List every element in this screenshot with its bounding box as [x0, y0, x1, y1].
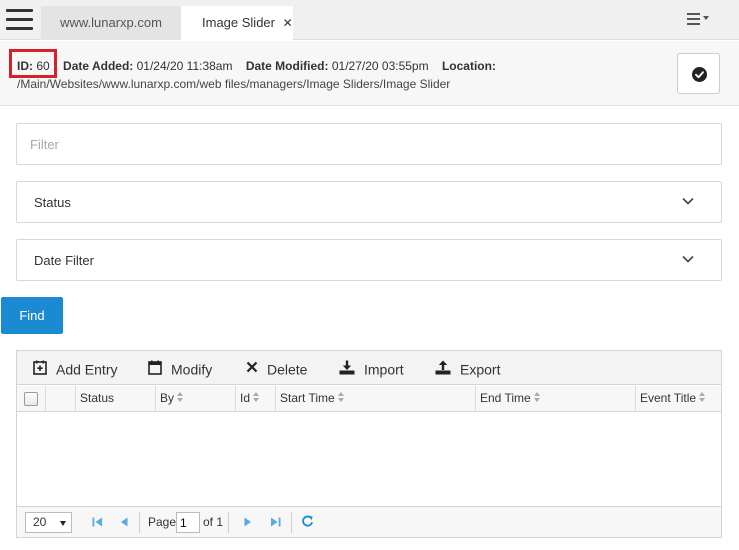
modify-label: Modify [171, 361, 213, 378]
import-button[interactable]: Import [339, 360, 404, 377]
tab-label: Image Slider [202, 15, 275, 30]
column-spacer [46, 386, 76, 411]
tab-lunarxp[interactable]: www.lunarxp.com [41, 6, 181, 40]
filter-field [16, 123, 722, 165]
chevron-down-icon [682, 197, 694, 205]
sort-icon [699, 392, 706, 403]
save-button[interactable] [677, 53, 720, 94]
tab-label: www.lunarxp.com [60, 15, 162, 30]
close-icon[interactable]: ✕ [283, 16, 293, 30]
dropdown-arrow-icon [60, 521, 66, 526]
add-entry-label: Add Entry [56, 361, 118, 378]
refresh-icon[interactable] [301, 515, 314, 528]
page-number-input[interactable] [176, 512, 200, 533]
date-filter-select[interactable]: Date Filter [16, 239, 722, 281]
tab-image-slider[interactable]: Image Slider ✕ [181, 6, 293, 40]
meta-line: ID: 60 Date Added: 01/24/20 11:38am Date… [17, 59, 496, 73]
export-button[interactable]: Export [435, 360, 500, 377]
import-label: Import [364, 361, 404, 378]
calendar-icon [148, 360, 162, 375]
status-select[interactable]: Status [16, 181, 722, 223]
column-label: Status [80, 391, 115, 405]
menu-icon[interactable] [687, 13, 711, 27]
status-label: Status [34, 195, 71, 210]
date-added-label: Date Added: [63, 59, 134, 73]
delete-label: Delete [267, 361, 308, 378]
date-modified-label: Date Modified: [245, 59, 329, 73]
pager: 20 Page of 1 [17, 506, 721, 537]
select-all-cell [17, 386, 46, 411]
column-by[interactable]: By [156, 386, 236, 411]
find-button[interactable]: Find [1, 297, 63, 334]
id-label: ID: [17, 59, 33, 73]
column-status[interactable]: Status [76, 386, 156, 411]
entries-grid: Add Entry Modify Delete Import Export St… [16, 350, 722, 538]
location-label: Location: [441, 59, 496, 73]
column-label: Start Time [280, 391, 335, 405]
hamburger-icon[interactable] [6, 9, 33, 33]
check-circle-icon [692, 67, 707, 82]
table-header: Status By Id Start Time End Time Event T… [17, 386, 721, 412]
column-label: Event Title [640, 391, 697, 405]
add-entry-button[interactable]: Add Entry [33, 360, 117, 377]
date-modified-value: 01/27/20 03:55pm [331, 59, 429, 73]
date-filter-label: Date Filter [34, 253, 94, 268]
location-path: /Main/Websites/www.lunarxp.com/web files… [17, 77, 451, 91]
column-label: Id [240, 391, 251, 405]
delete-button[interactable]: Delete [246, 360, 307, 377]
page-label: Page [148, 515, 177, 529]
download-icon [339, 360, 355, 375]
select-all-checkbox[interactable] [24, 392, 38, 406]
id-value: 60 [36, 59, 50, 73]
sort-icon [533, 392, 541, 403]
grid-toolbar: Add Entry Modify Delete Import Export [17, 351, 721, 385]
upload-icon [435, 360, 451, 375]
close-icon [246, 362, 258, 373]
add-icon [33, 360, 47, 375]
page-count-label: of 1 [203, 515, 224, 529]
sort-icon [177, 392, 184, 403]
top-bar: www.lunarxp.com Image Slider ✕ [0, 0, 739, 40]
sort-icon [337, 392, 345, 403]
column-end-time[interactable]: End Time [476, 386, 636, 411]
first-page-icon[interactable] [92, 517, 103, 527]
date-added-value: 01/24/20 11:38am [136, 59, 233, 73]
modify-button[interactable]: Modify [148, 360, 212, 377]
last-page-icon[interactable] [270, 517, 281, 527]
pager-divider [291, 512, 292, 533]
next-page-icon[interactable] [244, 517, 252, 527]
chevron-down-icon [682, 255, 694, 263]
page-size-value: 20 [33, 515, 47, 529]
table-body [17, 412, 721, 506]
pager-divider [228, 512, 229, 533]
column-start-time[interactable]: Start Time [276, 386, 476, 411]
export-label: Export [460, 361, 501, 378]
page-size-select[interactable]: 20 [25, 512, 72, 533]
column-event-title[interactable]: Event Title [636, 386, 721, 411]
column-label: End Time [480, 391, 531, 405]
column-label: By [160, 391, 175, 405]
column-id[interactable]: Id [236, 386, 276, 411]
sort-icon [253, 392, 260, 403]
prev-page-icon[interactable] [120, 517, 128, 527]
filter-input[interactable] [17, 124, 721, 164]
info-bar: ID: 60 Date Added: 01/24/20 11:38am Date… [0, 41, 739, 106]
pager-divider [139, 512, 140, 533]
